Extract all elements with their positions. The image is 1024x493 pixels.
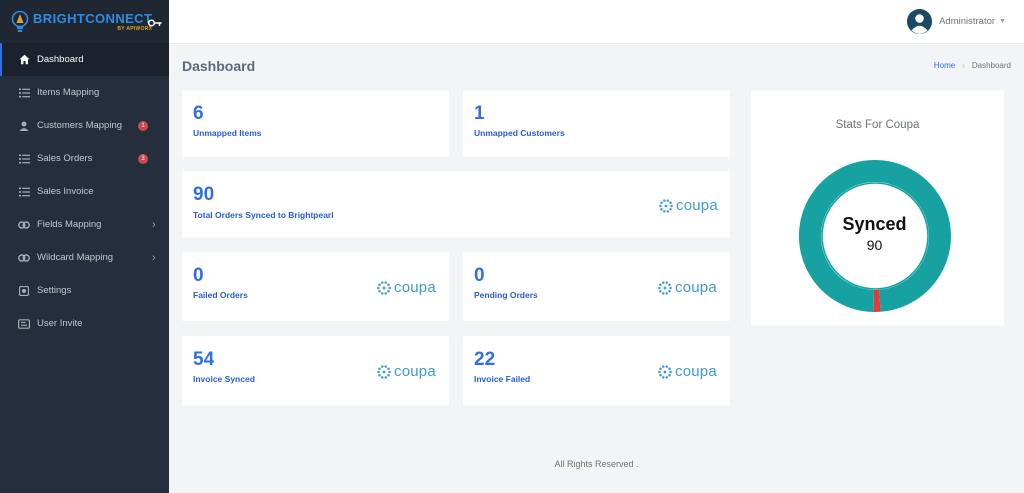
- sidebar-item-sales-invoice[interactable]: Sales Invoice: [0, 175, 169, 208]
- breadcrumb-separator-icon: ›: [962, 61, 965, 70]
- list-icon: [18, 186, 30, 198]
- list-icon: [18, 87, 30, 99]
- coupa-logo-text: coupa: [675, 279, 717, 296]
- card-value: 22: [474, 349, 496, 370]
- card-label: Unmapped Customers: [474, 128, 565, 138]
- invoice-failed-card[interactable]: 22 Invoice Failed coupa: [463, 336, 730, 406]
- count-badge: 3: [138, 153, 148, 164]
- top-bar: Administrator ▼: [169, 0, 1024, 44]
- sidebar-item-user-invite[interactable]: User Invite: [0, 307, 169, 340]
- coupa-mark-icon: [659, 198, 673, 213]
- card-label: Total Orders Synced to Brightpearl: [193, 210, 334, 220]
- page-title: Dashboard: [182, 58, 256, 74]
- donut-center-label: Synced: [842, 214, 907, 234]
- sidebar-item-label: User Invite: [37, 318, 83, 329]
- coupa-logo: coupa: [657, 279, 717, 296]
- gear-icon: [18, 285, 30, 297]
- sidebar-item-customers-mapping[interactable]: Customers Mapping 1: [0, 109, 169, 142]
- user-invite-icon: [18, 318, 30, 330]
- link-icon: [18, 219, 30, 231]
- bulb-icon: [10, 10, 30, 34]
- coupa-logo: coupa: [658, 197, 718, 214]
- home-icon: [18, 54, 30, 66]
- donut-center-value: 90: [866, 237, 883, 253]
- coupa-mark-icon: [658, 364, 672, 379]
- stats-donut-chart: [798, 160, 951, 313]
- brand-logo[interactable]: BRIGHTCONNECT BY APIWORX: [0, 0, 169, 43]
- coupa-logo: coupa: [376, 279, 436, 296]
- footer: All Rights Reserved .: [554, 459, 639, 469]
- breadcrumb-home-link[interactable]: Home: [934, 61, 955, 70]
- sidebar-item-label: Wildcard Mapping: [37, 252, 114, 263]
- card-value: 54: [193, 349, 215, 370]
- stats-card: Stats For Coupa Synced 90: [751, 90, 1004, 326]
- sidebar-item-fields-mapping[interactable]: Fields Mapping ›: [0, 208, 169, 241]
- failed-orders-card[interactable]: 0 Failed Orders coupa: [182, 252, 449, 321]
- coupa-mark-icon: [377, 280, 391, 295]
- sidebar-item-sales-orders[interactable]: Sales Orders 3: [0, 142, 169, 175]
- breadcrumb: Home › Dashboard: [934, 61, 1011, 70]
- chevron-down-icon[interactable]: ▼: [999, 18, 1006, 25]
- list-icon: [18, 153, 30, 165]
- user-name[interactable]: Administrator: [939, 16, 995, 27]
- coupa-logo: coupa: [657, 363, 717, 380]
- user-menu[interactable]: Administrator ▼: [907, 9, 1006, 34]
- sidebar-item-label: Fields Mapping: [37, 219, 102, 230]
- user-icon: [18, 120, 30, 132]
- donut-segment-synced[interactable]: [798, 160, 951, 312]
- unmapped-items-card[interactable]: 6 Unmapped Items: [182, 90, 449, 157]
- card-value: 0: [193, 265, 204, 286]
- sidebar-item-dashboard[interactable]: Dashboard: [0, 43, 169, 76]
- sidebar-item-wildcard-mapping[interactable]: Wildcard Mapping ›: [0, 241, 169, 274]
- coupa-logo: coupa: [376, 363, 436, 380]
- sidebar-item-settings[interactable]: Settings: [0, 274, 169, 307]
- coupa-logo-text: coupa: [675, 363, 717, 380]
- card-label: Failed Orders: [193, 290, 248, 300]
- sidebar-item-label: Items Mapping: [37, 87, 100, 98]
- card-value: 6: [193, 103, 204, 124]
- chevron-right-icon: ›: [152, 251, 156, 264]
- brand-name: BRIGHTCONNECT: [33, 10, 153, 26]
- coupa-logo-text: coupa: [676, 197, 718, 214]
- card-label: Invoice Failed: [474, 374, 531, 384]
- sidebar-item-label: Sales Orders: [37, 153, 93, 164]
- coupa-mark-icon: [377, 364, 391, 379]
- card-label: Pending Orders: [474, 290, 538, 300]
- card-label: Invoice Synced: [193, 374, 255, 384]
- breadcrumb-current: Dashboard: [971, 61, 1011, 70]
- sidebar-item-label: Settings: [37, 285, 72, 296]
- coupa-logo-text: coupa: [394, 363, 436, 380]
- sidebar-item-label: Sales Invoice: [37, 186, 94, 197]
- unmapped-customers-card[interactable]: 1 Unmapped Customers: [463, 90, 730, 157]
- link-icon: [18, 252, 30, 264]
- key-icon[interactable]: [147, 15, 162, 33]
- card-value: 1: [474, 103, 485, 124]
- card-label: Unmapped Items: [193, 128, 262, 138]
- total-orders-card[interactable]: 90 Total Orders Synced to Brightpearl co…: [182, 171, 730, 238]
- sidebar-item-label: Dashboard: [37, 54, 84, 65]
- sidebar-item-label: Customers Mapping: [37, 120, 123, 131]
- card-value: 0: [474, 265, 485, 286]
- sidebar: BRIGHTCONNECT BY APIWORX Dashboard Items…: [0, 0, 169, 493]
- coupa-logo-text: coupa: [394, 279, 436, 296]
- coupa-mark-icon: [658, 280, 672, 295]
- pending-orders-card[interactable]: 0 Pending Orders coupa: [463, 252, 730, 321]
- invoice-synced-card[interactable]: 54 Invoice Synced coupa: [182, 336, 449, 406]
- chevron-right-icon: ›: [152, 218, 156, 231]
- donut-inner-ring: [821, 182, 929, 290]
- avatar[interactable]: [907, 9, 933, 34]
- sidebar-item-items-mapping[interactable]: Items Mapping: [0, 76, 169, 109]
- card-value: 90: [193, 184, 215, 205]
- sidebar-nav: Dashboard Items Mapping Customers Mappin…: [0, 43, 169, 340]
- count-badge: 1: [138, 120, 148, 131]
